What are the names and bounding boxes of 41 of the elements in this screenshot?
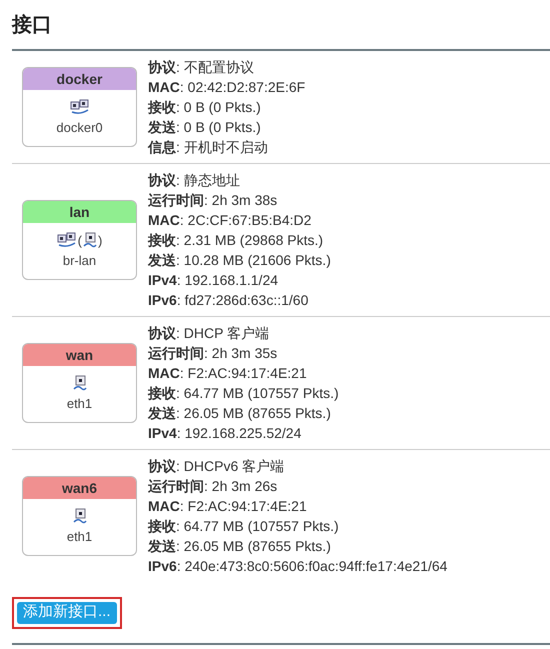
page-title: 接口 xyxy=(12,12,53,38)
interface-name: wan6 xyxy=(23,477,136,500)
info-line: MAC: F2:AC:94:17:4E:21 xyxy=(148,497,307,516)
info-line: 协议: DHCPv6 客户端 xyxy=(148,457,284,476)
info-line: IPv6: 240e:473:8c0:5606:f0ac:94ff:fe17:4e21/64 xyxy=(148,557,448,576)
info-line: 接收: 2.31 MB (29868 Pkts.) xyxy=(148,231,324,250)
info-line: 发送: 26.05 MB (87655 Pkts.) xyxy=(148,404,331,423)
info-line: 发送: 0 B (0 Pkts.) xyxy=(148,118,261,137)
info-line: 信息: 开机时不启动 xyxy=(148,138,268,157)
info-line: 协议: 不配置协议 xyxy=(148,58,254,77)
network-bridge-icon xyxy=(70,99,90,116)
info-line: 发送: 10.28 MB (21606 Pkts.) xyxy=(148,251,331,270)
network-bridge-icon xyxy=(56,232,77,248)
info-line: MAC: F2:AC:94:17:4E:21 xyxy=(148,364,307,383)
info-line: 发送: 26.05 MB (87655 Pkts.) xyxy=(148,537,331,556)
info-line: MAC: 2C:CF:67:B5:B4:D2 xyxy=(148,211,312,230)
device-name: br-lan xyxy=(62,252,98,270)
ethernet-port-icon xyxy=(72,508,86,524)
info-line: IPv4: 192.168.1.1/24 xyxy=(148,271,278,290)
info-line: IPv6: fd27:286d:63c::1/60 xyxy=(148,291,308,310)
add-interface-button[interactable]: 添加新接口... xyxy=(17,602,117,624)
interface-name: docker xyxy=(23,68,136,90)
info-line: 接收: 0 B (0 Pkts.) xyxy=(148,98,261,117)
info-line: MAC: 02:42:D2:87:2E:6F xyxy=(148,78,306,97)
device-name: eth1 xyxy=(66,528,94,546)
ethernet-port-icon xyxy=(72,375,86,392)
parenthesis: ( xyxy=(78,232,82,250)
info-line: 运行时间: 2h 3m 38s xyxy=(148,191,278,210)
ethernet-port-icon xyxy=(83,232,97,248)
info-line: IPv4: 192.168.225.52/24 xyxy=(148,424,302,443)
info-line: 接收: 64.77 MB (107557 Pkts.) xyxy=(148,517,339,536)
device-name: eth1 xyxy=(66,395,94,414)
parenthesis: ) xyxy=(98,232,102,250)
device-name: docker0 xyxy=(55,119,104,138)
info-line: 接收: 64.77 MB (107557 Pkts.) xyxy=(148,384,339,403)
info-line: 协议: 静态地址 xyxy=(148,171,240,190)
info-line: 运行时间: 2h 3m 35s xyxy=(148,344,278,363)
interface-name: lan xyxy=(23,201,136,224)
info-line: 运行时间: 2h 3m 26s xyxy=(148,477,278,496)
info-line: 协议: DHCP 客户端 xyxy=(148,324,270,343)
interface-name: wan xyxy=(23,344,136,366)
